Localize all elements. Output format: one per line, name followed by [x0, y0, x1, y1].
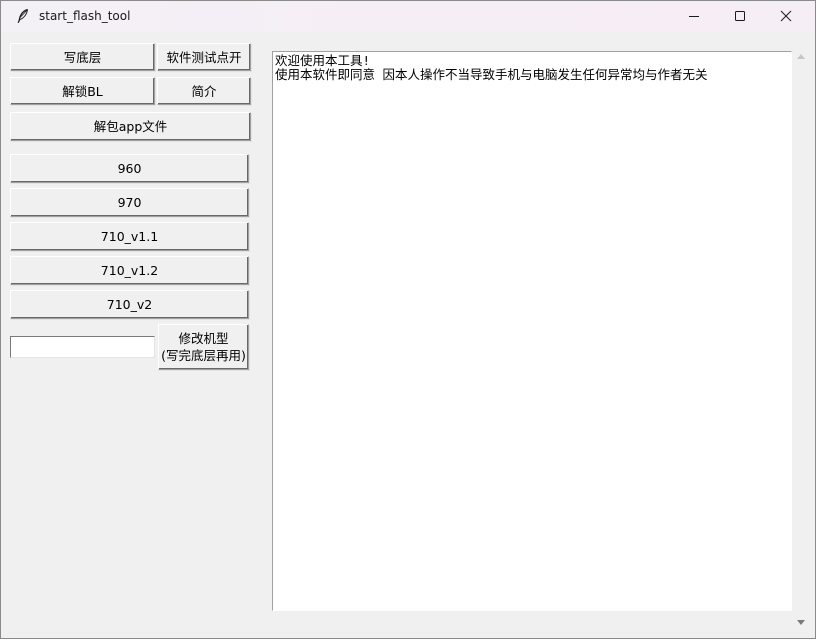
maximize-icon	[734, 7, 746, 26]
window-title: start_flash_tool	[39, 9, 131, 23]
modify-model-button[interactable]: 修改机型 (写完底层再用)	[158, 324, 249, 370]
scroll-down-icon[interactable]	[797, 620, 805, 625]
output-text-area[interactable]: 欢迎使用本工具! 使用本软件即同意 因本人操作不当导致手机与电脑发生任何异常均与…	[272, 51, 792, 611]
scroll-up-icon[interactable]	[797, 54, 805, 59]
vertical-scrollbar[interactable]	[793, 51, 810, 633]
close-icon	[780, 7, 792, 26]
model-960-button[interactable]: 960	[10, 154, 249, 183]
model-970-button[interactable]: 970	[10, 188, 249, 217]
write-base-button[interactable]: 写底层	[10, 43, 155, 71]
minimize-button[interactable]	[671, 1, 717, 32]
software-test-button[interactable]: 软件测试点开	[157, 43, 251, 71]
model-710-v2-button[interactable]: 710_v2	[10, 290, 249, 319]
maximize-button[interactable]	[717, 1, 763, 32]
model-710-v1-2-button[interactable]: 710_v1.2	[10, 256, 249, 285]
close-button[interactable]	[763, 1, 809, 32]
unpack-app-button[interactable]: 解包app文件	[10, 112, 251, 141]
intro-button[interactable]: 简介	[157, 77, 251, 105]
title-bar[interactable]: start_flash_tool	[1, 1, 815, 32]
model-input[interactable]	[10, 336, 155, 358]
unlock-bl-button[interactable]: 解锁BL	[10, 77, 155, 105]
app-window: start_flash_tool 写底层 软件测试点开 解锁BL 简介 解包ap…	[0, 0, 816, 639]
feather-icon	[15, 8, 31, 24]
model-710-v1-1-button[interactable]: 710_v1.1	[10, 222, 249, 251]
minimize-icon	[688, 7, 700, 26]
